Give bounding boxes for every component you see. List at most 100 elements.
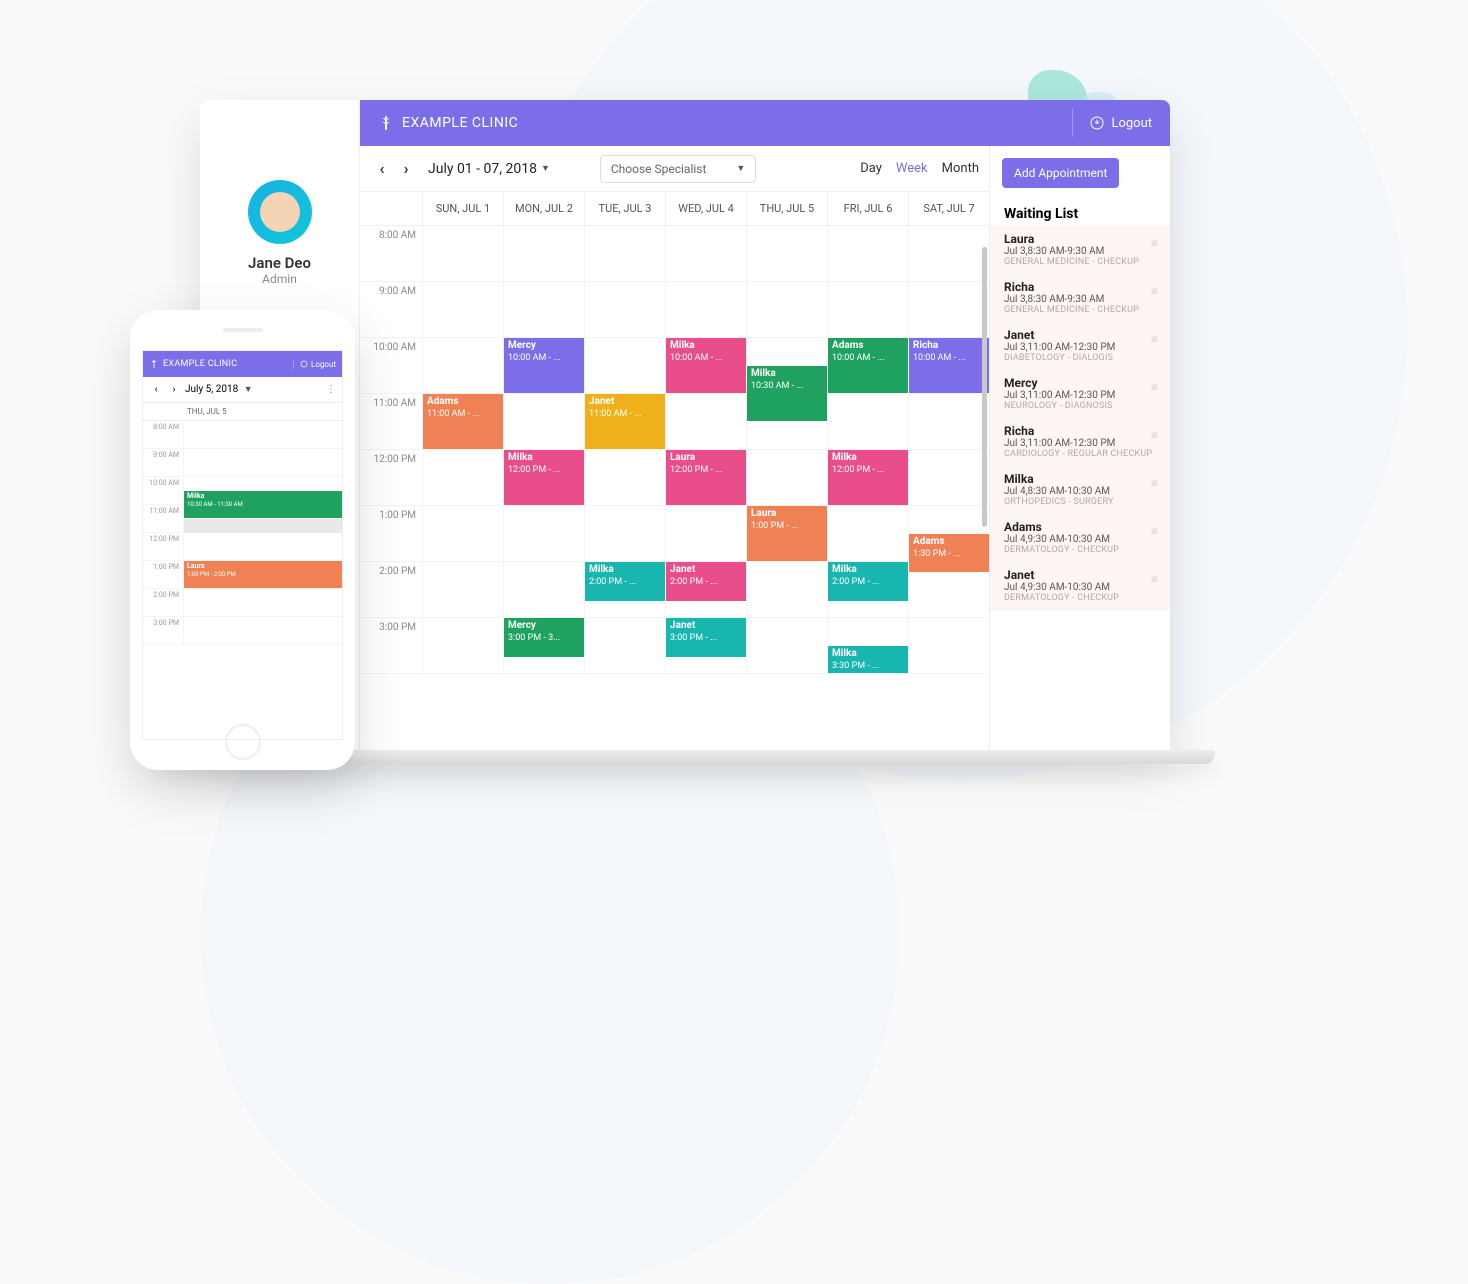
calendar-event[interactable]: Milka3:30 PM - ... [828,646,908,674]
calendar-event[interactable]: Janet11:00 AM - ... [585,394,665,449]
drag-handle-icon[interactable]: ≡ [1151,284,1158,298]
calendar-cell[interactable]: Adams11:00 AM - ... [422,394,503,449]
calendar-cell[interactable] [503,394,584,449]
calendar-cell[interactable]: Janet11:00 AM - ... [584,394,665,449]
waiting-list-item[interactable]: Mercy Jul 3,11:00 AM-12:30 PM NEUROLOGY … [990,370,1170,418]
drag-handle-icon[interactable]: ≡ [1151,380,1158,394]
waiting-list-item[interactable]: Milka Jul 4,8:30 AM-10:30 AM ORTHOPEDICS… [990,466,1170,514]
calendar-cell[interactable]: Milka12:00 PM - ... [827,450,908,505]
phone-menu-icon[interactable]: ⋮ [326,384,336,395]
calendar-cell[interactable] [746,282,827,337]
calendar-cell[interactable]: Mercy3:00 PM - 3... [503,618,584,673]
calendar-cell[interactable] [665,506,746,561]
avatar[interactable] [248,180,312,244]
calendar-event[interactable]: Adams10:00 AM - ... [828,338,908,393]
view-day[interactable]: Day [860,161,882,176]
calendar-cell[interactable] [908,226,989,281]
calendar-cell[interactable]: Adams1:30 PM - ... [908,506,989,561]
phone-cell[interactable] [183,589,342,616]
phone-cell[interactable] [183,449,342,476]
calendar-cell[interactable] [908,394,989,449]
phone-cell[interactable] [183,505,342,532]
calendar-event[interactable]: Milka12:00 PM - ... [828,450,908,505]
calendar-cell[interactable]: Milka10:30 AM - ... [746,338,827,393]
phone-event[interactable]: Laura1:00 PM - 2:00 PM [184,561,342,588]
calendar-event[interactable]: Milka2:00 PM - ... [828,562,908,601]
phone-next-arrow[interactable]: › [167,378,181,402]
calendar-cell[interactable] [665,226,746,281]
calendar-cell[interactable] [908,562,989,617]
calendar-cell[interactable]: Milka3:30 PM - ... [827,618,908,673]
waiting-list-item[interactable]: Laura Jul 3,8:30 AM-9:30 AM GENERAL MEDI… [990,226,1170,274]
calendar-cell[interactable] [422,618,503,673]
app-logo[interactable]: EXAMPLE CLINIC [378,115,518,131]
calendar-cell[interactable] [422,226,503,281]
phone-cell[interactable]: Laura1:00 PM - 2:00 PM [183,561,342,588]
calendar-cell[interactable] [827,394,908,449]
calendar-cell[interactable] [827,282,908,337]
phone-logout-button[interactable]: Logout [293,360,336,369]
calendar-cell[interactable] [665,282,746,337]
add-appointment-button[interactable]: Add Appointment [1002,158,1119,188]
phone-cell[interactable] [183,617,342,644]
calendar-event[interactable]: Adams11:00 AM - ... [423,394,503,449]
calendar-cell[interactable] [422,506,503,561]
calendar-cell[interactable] [584,450,665,505]
view-month[interactable]: Month [942,161,979,176]
logout-button[interactable]: Logout [1072,109,1152,137]
calendar-cell[interactable] [746,226,827,281]
drag-handle-icon[interactable]: ≡ [1151,236,1158,250]
phone-cell[interactable] [183,533,342,560]
calendar-event[interactable]: Richa10:00 AM - ... [909,338,989,393]
calendar-cell[interactable] [584,226,665,281]
calendar-cell[interactable] [422,562,503,617]
calendar-cell[interactable] [503,506,584,561]
phone-date-picker[interactable]: July 5, 2018 ▼ [185,384,253,395]
calendar-cell[interactable] [584,282,665,337]
calendar-cell[interactable] [827,226,908,281]
calendar-event[interactable]: Laura1:00 PM - ... [747,506,827,561]
calendar-cell[interactable] [584,338,665,393]
view-week[interactable]: Week [896,161,928,176]
calendar-event[interactable]: Mercy3:00 PM - 3... [504,618,584,657]
calendar-cell[interactable]: Milka10:00 AM - ... [665,338,746,393]
calendar-cell[interactable]: Laura12:00 PM - ... [665,450,746,505]
waiting-list-item[interactable]: Richa Jul 3,11:00 AM-12:30 PM CARDIOLOGY… [990,418,1170,466]
calendar-cell[interactable] [503,282,584,337]
calendar-cell[interactable] [746,394,827,449]
drag-handle-icon[interactable]: ≡ [1151,572,1158,586]
calendar-cell[interactable]: Mercy10:00 AM - ... [503,338,584,393]
next-arrow[interactable]: › [394,157,418,181]
calendar-cell[interactable] [422,450,503,505]
waiting-list-item[interactable]: Adams Jul 4,9:30 AM-10:30 AM DERMATOLOGY… [990,514,1170,562]
calendar-event[interactable]: Mercy10:00 AM - ... [504,338,584,393]
phone-cell[interactable]: Milka10:30 AM - 11:30 AM [183,477,342,504]
calendar-cell[interactable]: Milka12:00 PM - ... [503,450,584,505]
calendar-cell[interactable]: Janet3:00 PM - ... [665,618,746,673]
phone-prev-arrow[interactable]: ‹ [149,378,163,402]
waiting-list-item[interactable]: Janet Jul 3,11:00 AM-12:30 PM DIABETOLOG… [990,322,1170,370]
waiting-list-item[interactable]: Richa Jul 3,8:30 AM-9:30 AM GENERAL MEDI… [990,274,1170,322]
calendar-cell[interactable] [746,562,827,617]
calendar-cell[interactable]: Janet2:00 PM - ... [665,562,746,617]
calendar-cell[interactable] [503,562,584,617]
calendar-event[interactable]: Janet3:00 PM - ... [666,618,746,657]
calendar-cell[interactable] [422,338,503,393]
calendar-cell[interactable]: Laura1:00 PM - ... [746,506,827,561]
calendar-event[interactable]: Janet2:00 PM - ... [666,562,746,601]
phone-cell[interactable] [183,421,342,448]
calendar-cell[interactable] [503,226,584,281]
calendar-cell[interactable] [746,618,827,673]
drag-handle-icon[interactable]: ≡ [1151,428,1158,442]
calendar-event[interactable]: Laura12:00 PM - ... [666,450,746,505]
calendar-event[interactable]: Milka2:00 PM - ... [585,562,665,601]
date-range-picker[interactable]: July 01 - 07, 2018 ▼ [428,161,550,177]
drag-handle-icon[interactable]: ≡ [1151,524,1158,538]
drag-handle-icon[interactable]: ≡ [1151,476,1158,490]
drag-handle-icon[interactable]: ≡ [1151,332,1158,346]
calendar-event[interactable]: Milka10:00 AM - ... [666,338,746,393]
calendar-cell[interactable] [422,282,503,337]
phone-home-button[interactable] [225,724,261,760]
calendar-cell[interactable] [584,506,665,561]
calendar-event[interactable]: Milka12:00 PM - ... [504,450,584,505]
